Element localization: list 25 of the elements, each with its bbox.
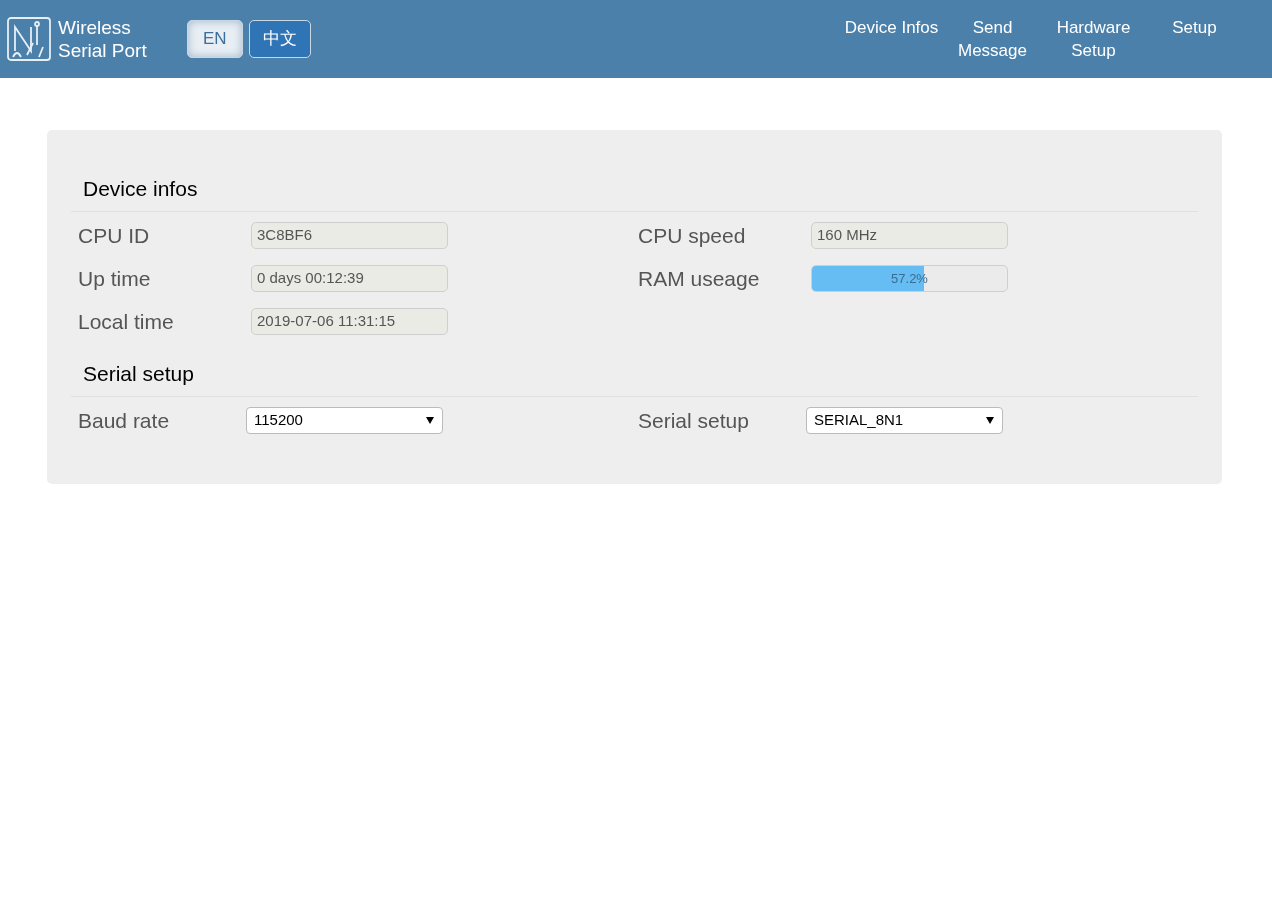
select-dropdown[interactable]: 115200 — [246, 407, 443, 434]
section-title: Serial setup — [71, 351, 1198, 397]
section-title: Device infos — [71, 166, 1198, 212]
brand-title: Wireless Serial Port — [58, 16, 148, 62]
field-label: Up time — [78, 265, 152, 292]
field-label: RAM useage — [638, 265, 761, 292]
value-field: 2019-07-06 11:31:15 — [251, 308, 448, 335]
nav-link[interactable]: Setup — [1144, 16, 1245, 39]
select-dropdown[interactable]: SERIAL_8N1 — [806, 407, 1003, 434]
language-button[interactable]: EN — [187, 20, 243, 58]
field-label: Local time — [78, 308, 175, 335]
nav-link[interactable]: Hardware Setup — [1043, 16, 1144, 62]
caret-icon — [426, 417, 434, 424]
field-label: Serial setup — [638, 407, 750, 434]
value-field: 160 MHz — [811, 222, 1008, 249]
nav-link[interactable]: Device Infos — [841, 16, 942, 39]
value-field: 3C8BF6 — [251, 222, 448, 249]
field-label: CPU speed — [638, 222, 747, 249]
language-button[interactable]: 中文 — [248, 20, 311, 58]
field-label: Baud rate — [78, 407, 171, 434]
caret-icon — [986, 417, 994, 424]
nav-link[interactable]: Send Message — [942, 16, 1043, 62]
field-label: CPU ID — [78, 222, 151, 249]
value-field: 0 days 00:12:39 — [251, 265, 448, 292]
logo-icon — [7, 17, 51, 61]
